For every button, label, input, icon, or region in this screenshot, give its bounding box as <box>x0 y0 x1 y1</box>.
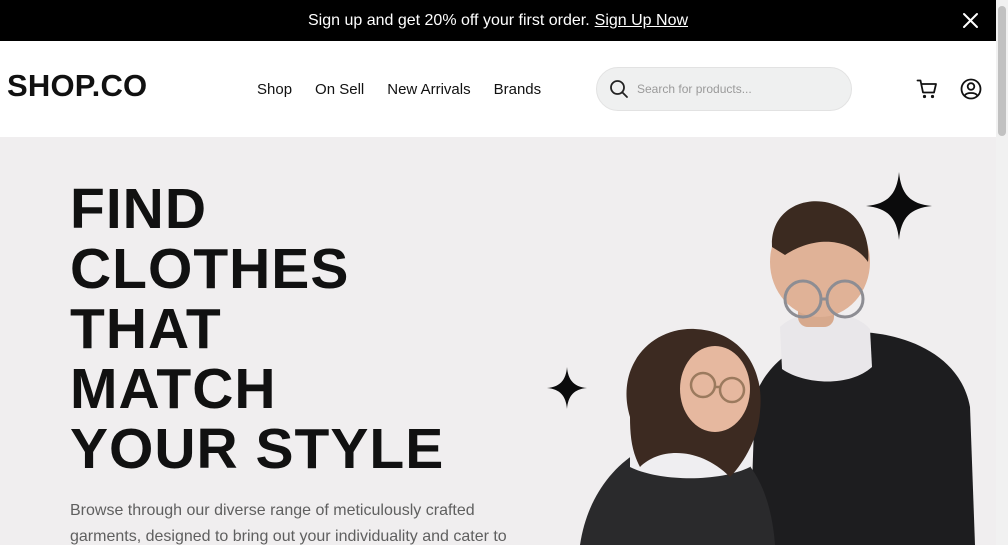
headline-line: CLOTHES <box>70 237 350 301</box>
hero-section: FIND CLOTHES THAT MATCH YOUR STYLE Brows… <box>0 137 996 545</box>
headline-line: MATCH <box>70 357 277 421</box>
sparkle-icon <box>866 172 932 240</box>
hero-subtext: Browse through our diverse range of meti… <box>70 502 507 545</box>
cart-icon[interactable] <box>916 78 938 100</box>
site-header: SHOP.CO Shop On Sell New Arrivals Brands <box>0 41 996 137</box>
search-bar[interactable] <box>596 67 852 111</box>
search-icon <box>610 80 628 98</box>
nav-shop[interactable]: Shop <box>257 81 292 98</box>
main-nav: Shop On Sell New Arrivals Brands <box>257 81 541 98</box>
headline-line: THAT <box>70 297 222 361</box>
user-icon[interactable] <box>960 78 982 100</box>
nav-brands[interactable]: Brands <box>494 81 542 98</box>
headline-line: YOUR STYLE <box>70 417 445 481</box>
nav-on-sell[interactable]: On Sell <box>315 81 364 98</box>
nav-new-arrivals[interactable]: New Arrivals <box>387 81 470 98</box>
close-icon[interactable] <box>962 12 979 29</box>
logo[interactable]: SHOP.CO <box>7 68 147 104</box>
headline-line: FIND <box>70 177 207 241</box>
search-input[interactable] <box>637 76 837 102</box>
sign-up-link[interactable]: Sign Up Now <box>595 12 688 30</box>
scrollbar-thumb[interactable] <box>998 6 1006 136</box>
promo-text: Sign up and get 20% off your first order… <box>307 11 590 29</box>
hero-headline: FIND CLOTHES THAT MATCH YOUR STYLE <box>70 179 444 479</box>
sparkle-icon <box>547 367 587 409</box>
promo-bar: Sign up and get 20% off your first order… <box>0 0 996 41</box>
